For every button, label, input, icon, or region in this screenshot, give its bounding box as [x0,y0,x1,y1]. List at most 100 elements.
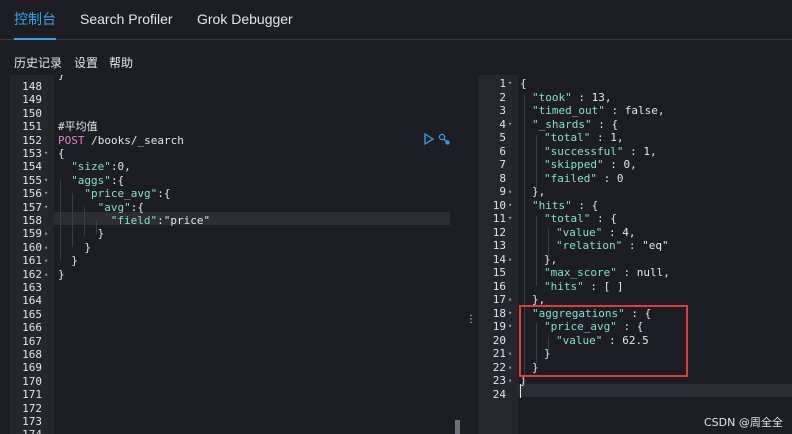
line-number: 20 [492,333,506,347]
fold-up-icon[interactable]: ▴ [508,374,517,387]
code-line: } [97,227,105,241]
json-value: : 1, [623,144,657,158]
line-number: 161 [22,254,42,268]
fold-down-icon[interactable]: ▾ [44,187,53,200]
json-value: : 0, [603,158,637,171]
tab-grok-debugger[interactable]: Grok Debugger [197,0,293,40]
aggregations-highlight-box [519,305,688,377]
line-number: 163 [22,281,42,294]
menu-settings[interactable]: 设置 [74,54,98,71]
fold-down-icon[interactable]: ▾ [44,201,53,214]
watermark: CSDN @周全全 [704,416,783,429]
line-number: 3 [499,104,506,117]
request-scrollbar[interactable] [455,420,460,434]
code-line: "_shards" : { [532,118,618,131]
fold-down-icon[interactable]: ▾ [508,118,517,131]
json-value: :{ [157,187,171,201]
line-number: 168 [22,348,42,361]
json-value: :"price" [157,214,211,227]
splitter-handle-icon[interactable]: ⋮ [466,314,476,325]
fold-up-icon[interactable]: ▴ [44,227,53,240]
code-line: } [58,267,65,281]
response-editor[interactable]: 1 ▾{2 "took" : 13, 3 "timed_out" : false, 4 ▾ "… [478,75,792,434]
fold-down-icon[interactable]: ▾ [508,212,517,225]
line-number: 150 [22,106,42,120]
line-number: 173 [22,415,42,428]
line-number: 165 [22,307,42,321]
line-number: 5 [499,131,506,144]
fold-down-icon[interactable]: ▾ [508,77,517,90]
fold-down-icon[interactable]: ▾ [508,199,517,212]
line-number: 158 [22,214,42,227]
fold-down-icon[interactable]: ▾ [44,147,53,160]
line-number: 155 [22,173,42,187]
code-line: }, [544,252,558,266]
code-line: { [58,147,65,160]
menu-history[interactable]: 历史记录 [14,54,62,71]
line-number: 159 [22,227,42,241]
json-key: "_shards" [532,117,592,131]
line-number: 12 [492,225,506,239]
code-line: "failed" : 0 [544,172,623,185]
active-line-highlight [518,384,792,398]
json-value: : 4, [602,225,636,239]
json-key: "max_score" [544,266,617,279]
line-number: 164 [22,294,42,308]
line-number: 156 [22,187,42,201]
line-number: 162 [22,267,42,281]
json-key: "price_avg" [84,187,158,201]
line-number: 14 [492,252,506,266]
play-icon[interactable] [423,132,435,146]
line-number: 152 [22,133,42,147]
indent-guide [96,220,97,234]
code-line: { [520,77,527,90]
line-number: 167 [22,334,42,348]
code-line: }, [532,185,546,198]
json-value: : false, [604,104,665,117]
console-menu-bar: 历史记录 设置 帮助 [0,41,792,75]
request-editor[interactable]: } 148149150151 #平均值 152 POST /books/_search… [0,75,462,434]
json-value: : { [591,117,619,131]
fold-up-icon[interactable]: ▴ [508,253,517,266]
line-number: 7 [499,158,506,171]
menu-help[interactable]: 帮助 [109,54,133,71]
http-method: POST [58,133,85,147]
code-line: "relation" : "eq" [556,239,669,252]
json-value: :{ [110,173,125,187]
code-line: "timed_out" : false, [532,104,664,117]
line-number: 166 [22,321,42,335]
json-key: "timed_out" [532,104,605,117]
tab-console[interactable]: 控制台 [14,0,56,40]
editor-splitter[interactable] [462,75,478,434]
json-key: "failed" [544,171,597,185]
json-value: : { [571,198,599,212]
code-line: #平均值 [58,120,98,134]
line-number: 148 [22,80,42,93]
line-number: 16 [492,279,506,293]
fold-down-icon[interactable]: ▾ [508,307,517,320]
fold-down-icon[interactable]: ▾ [44,174,53,187]
fold-up-icon[interactable]: ▴ [508,185,517,198]
code-line: "total" : { [544,212,617,225]
code-line: "size":0, [71,160,131,173]
fold-up-icon[interactable]: ▴ [508,361,517,374]
code-line: "hits" : { [532,199,598,212]
fold-up-icon[interactable]: ▴ [44,241,53,254]
indent-guide [72,193,73,247]
code-line: } [84,240,92,254]
line-number: 19 [492,320,506,333]
code-line: "took" : 13, [532,91,612,104]
tab-search-profiler[interactable]: Search Profiler [80,0,173,40]
fold-up-icon[interactable]: ▴ [44,268,53,281]
line-number: 157 [22,200,42,214]
json-key: "avg" [97,200,131,214]
fold-down-icon[interactable]: ▾ [508,320,517,333]
code-line: "skipped" : 0, [544,158,637,171]
fold-up-icon[interactable]: ▴ [508,293,517,306]
fold-up-icon[interactable]: ▴ [508,347,517,360]
json-value: : "eq" [622,239,669,252]
line-number: 151 [22,120,42,134]
code-line: "max_score" : null, [544,266,670,279]
fold-up-icon[interactable]: ▴ [44,254,53,267]
wrench-icon[interactable] [438,133,451,146]
